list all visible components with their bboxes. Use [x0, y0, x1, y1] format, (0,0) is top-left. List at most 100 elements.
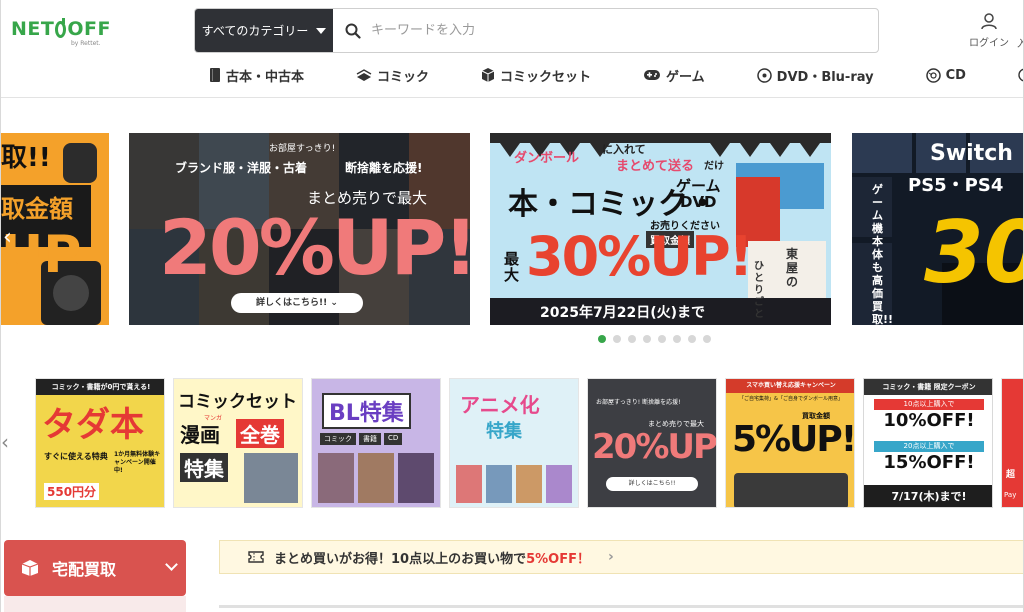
promo-thumbnails: コミック・書籍が0円で貰える! タダ本 すぐに使える特典 1か月無料体験キャンペ… — [1, 378, 1023, 508]
hero-carousel: 取!! 取金額 UP お部屋すっきり! ブランド服・洋服・古着 断捨離を応援! … — [1, 133, 1023, 325]
thumb-line-2: 「ご自宅集荷」&「ご自身でダンボール用意」 — [739, 396, 843, 402]
banner-tag: お部屋すっきり! — [269, 144, 336, 154]
banner-line-2: PS5・PS4 — [908, 175, 1004, 196]
page: NETOFF by Rettet. すべてのカテゴリー ログイン 入 古本・中古… — [0, 0, 1024, 612]
banner-clothes[interactable]: お部屋すっきり! ブランド服・洋服・古着 断捨離を応援! まとめ売りで最大 20… — [129, 133, 470, 325]
banner-line-2: まとめて送る — [616, 159, 695, 174]
thumb-line-1: アニメ化 — [460, 393, 540, 417]
thumb-detail-button: 詳しくはこちら!! — [606, 477, 698, 491]
thumb-line-2: Pay — [1004, 491, 1017, 499]
search-field — [333, 9, 878, 52]
thumb-cover-art — [546, 465, 572, 503]
nav-item-comic-set[interactable]: コミックセット — [481, 64, 591, 86]
carousel-dots — [598, 335, 711, 343]
login-label: ログイン — [969, 38, 1009, 49]
carousel-dot[interactable] — [688, 335, 696, 343]
takuhai-kaitori-button[interactable]: 宅配買取 — [4, 540, 186, 596]
thumb-cover-art — [516, 465, 542, 503]
thumb-date: 7/17(木)まで! — [864, 485, 992, 507]
thumb-anime[interactable]: アニメ化 特集 — [449, 378, 579, 508]
partial-icon — [1018, 68, 1023, 82]
thumb-line-2: 特集 — [486, 421, 522, 442]
thumb-cover-art — [358, 453, 394, 503]
thumb-bl[interactable]: BL特集 コミック 書籍 CD — [311, 378, 441, 508]
takuhai-label: 宅配買取 — [52, 560, 117, 579]
banner-text-1: 取!! — [1, 143, 51, 173]
thumb-ruby: マンガ — [204, 415, 223, 422]
thumb-headline: タダ本 — [42, 405, 144, 445]
logo-subtext: by Rettet. — [71, 40, 101, 47]
banner-detail-button[interactable]: 詳しくはこちら!! ⌄ — [231, 293, 363, 313]
thumb-cover-art — [318, 453, 354, 503]
promo-text-main: まとめ買いがお得！10点以上のお買い物で — [274, 551, 527, 567]
thumb-coupon[interactable]: コミック・書籍 限定クーポン 10点以上購入で 10%OFF! 20点以上購入で… — [863, 378, 993, 508]
user-icon — [981, 13, 997, 30]
register-label[interactable]: 入 — [1017, 35, 1023, 50]
login-link[interactable]: ログイン — [964, 12, 1014, 49]
search-icon[interactable] — [345, 23, 361, 39]
banner-line-2b: だけ — [704, 161, 724, 172]
banner-headline: 30 — [924, 203, 1023, 303]
sidebar-panel — [4, 596, 186, 612]
thumb-headline: 20%UP! — [592, 427, 717, 467]
nav-item-comic[interactable]: コミック — [356, 64, 429, 86]
thumb-line-1: スマホ買い替え応援キャンペーン — [726, 379, 854, 393]
thumb-tag: コミック — [320, 433, 356, 445]
banner-games-partial[interactable]: Switch PS5・PS4 ゲーム機本体も高価買取!! 30 — [852, 133, 1023, 325]
thumb-clothes-20[interactable]: お部屋すっきり! 断捨離を応援! まとめ売りで最大 20%UP! 詳しくはこちら… — [587, 378, 717, 508]
carousel-dot[interactable] — [643, 335, 651, 343]
site-header: NETOFF by Rettet. すべてのカテゴリー ログイン 入 古本・中古… — [1, 0, 1023, 98]
category-nav: 古本・中古本 コミック コミックセット ゲーム DVD・Blu-ray CD — [209, 64, 1018, 86]
gamepad-icon — [644, 70, 661, 80]
thumb-cover-art — [456, 465, 482, 503]
thumb-line-2: 漫画 — [180, 423, 220, 447]
banner-side-text: ゲーム機本体も高価買取!! — [872, 183, 894, 325]
caret-down-icon — [316, 27, 327, 34]
nav-item-label: CD — [945, 67, 966, 83]
box-icon — [21, 560, 39, 576]
nav-item-label: コミックセット — [500, 69, 592, 85]
category-select[interactable]: すべてのカテゴリー — [195, 9, 333, 52]
thumb-comic-set[interactable]: コミックセット 漫画 マンガ 全巻 特集 — [173, 378, 303, 508]
thumb-phones-art — [734, 473, 848, 507]
banner-max: 最大 — [504, 250, 520, 284]
carousel-dot[interactable] — [673, 335, 681, 343]
carousel-dot[interactable] — [613, 335, 621, 343]
nav-item-cd[interactable]: CD — [925, 64, 966, 86]
thumb-paypay-partial[interactable]: 超 Pay — [1001, 378, 1023, 508]
promo-text: まとめ買いがお得！10点以上のお買い物で5%OFF！ — [274, 548, 590, 567]
thumb-cover-art — [244, 453, 298, 503]
nav-item-game[interactable]: ゲーム — [643, 64, 705, 86]
thumb-smartphone[interactable]: スマホ買い替え応援キャンペーン 「ご自宅集荷」&「ご自身でダンボール用意」 買取… — [725, 378, 855, 508]
banner-date: 2025年7月22日(火)まで — [540, 305, 705, 321]
disc-icon — [756, 67, 772, 83]
banner-subtitle: ブランド服・洋服・古着 — [175, 161, 308, 175]
carousel-prev-button[interactable]: ‹ — [3, 225, 17, 251]
banner-line-1: ダンボール — [514, 151, 580, 166]
book-cover-title-2: ひとりごと — [754, 261, 764, 320]
search-bar: すべてのカテゴリー — [194, 8, 879, 53]
bulk-buy-promo-bar[interactable]: まとめ買いがお得！10点以上のお買い物で5%OFF！ › — [219, 540, 1023, 574]
thumb-line-1: お部屋すっきり! 断捨離を応援! — [596, 399, 681, 406]
nav-item-dvd[interactable]: DVD・Blu-ray — [756, 64, 874, 86]
carousel-dot[interactable] — [598, 335, 606, 343]
book-cover-title: 東屋の — [786, 247, 799, 289]
carousel-dot[interactable] — [628, 335, 636, 343]
site-logo[interactable]: NET OFF by Rettet. — [11, 17, 111, 52]
thumb-tag: CD — [384, 433, 403, 445]
banner-title-3: DVD — [680, 193, 717, 211]
thumb-tada-hon[interactable]: コミック・書籍が0円で貰える! タダ本 すぐに使える特典 1か月無料体験キャンペ… — [35, 378, 165, 508]
carousel-dot[interactable] — [703, 335, 711, 343]
banner-headline: 20%UP! — [159, 203, 470, 292]
banner-books-30[interactable]: ダンボール に入れて まとめて送る だけ 本・コミック・ ゲーム DVD お売り… — [490, 133, 831, 325]
nav-item-label: 古本・中古本 — [226, 69, 305, 85]
banner-electronics-partial[interactable]: 取!! 取金額 UP — [1, 133, 109, 325]
thumb-line-3: 20点以上購入で — [874, 441, 984, 452]
nav-item-books[interactable]: 古本・中古本 — [209, 64, 304, 86]
thumb-cover-art — [398, 453, 434, 503]
carousel-dot[interactable] — [658, 335, 666, 343]
banner-line-1: Switch — [930, 141, 1013, 166]
category-select-label: すべてのカテゴリー — [201, 24, 309, 38]
search-input[interactable] — [371, 23, 851, 38]
banner-text-2: 取金額 — [1, 195, 73, 223]
